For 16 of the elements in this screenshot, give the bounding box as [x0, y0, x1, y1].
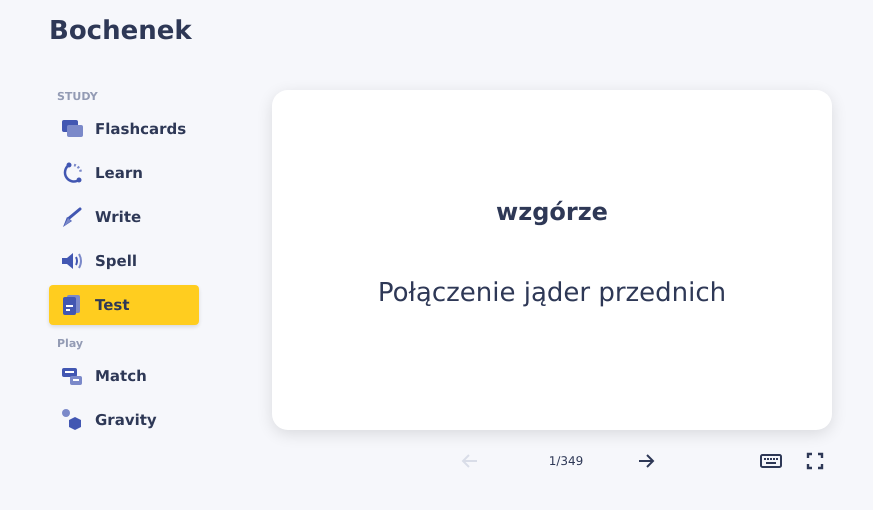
- term-text: wzgórze: [496, 198, 608, 226]
- sidebar-item[interactable]: Match: [49, 356, 199, 396]
- sidebar-item[interactable]: Test: [49, 285, 199, 325]
- sidebar-item[interactable]: Gravity: [49, 400, 199, 440]
- definition-text: Połączenie jąder przednich: [378, 278, 726, 308]
- sidebar-item[interactable]: Learn: [49, 153, 199, 193]
- keyboard-shortcuts-button[interactable]: [760, 453, 782, 469]
- section-label: STUDY: [57, 90, 99, 103]
- sidebar-item[interactable]: Spell: [49, 241, 199, 281]
- flashcard[interactable]: wzgórze Połączenie jąder przednich: [272, 90, 832, 430]
- sidebar-item[interactable]: Write: [49, 197, 199, 237]
- fullscreen-button[interactable]: [806, 452, 824, 470]
- card-counter: 1/349: [548, 454, 584, 468]
- app-title: Bochenek: [49, 16, 193, 46]
- section-label: Play: [57, 337, 84, 350]
- sidebar-item[interactable]: Flashcards: [49, 109, 199, 149]
